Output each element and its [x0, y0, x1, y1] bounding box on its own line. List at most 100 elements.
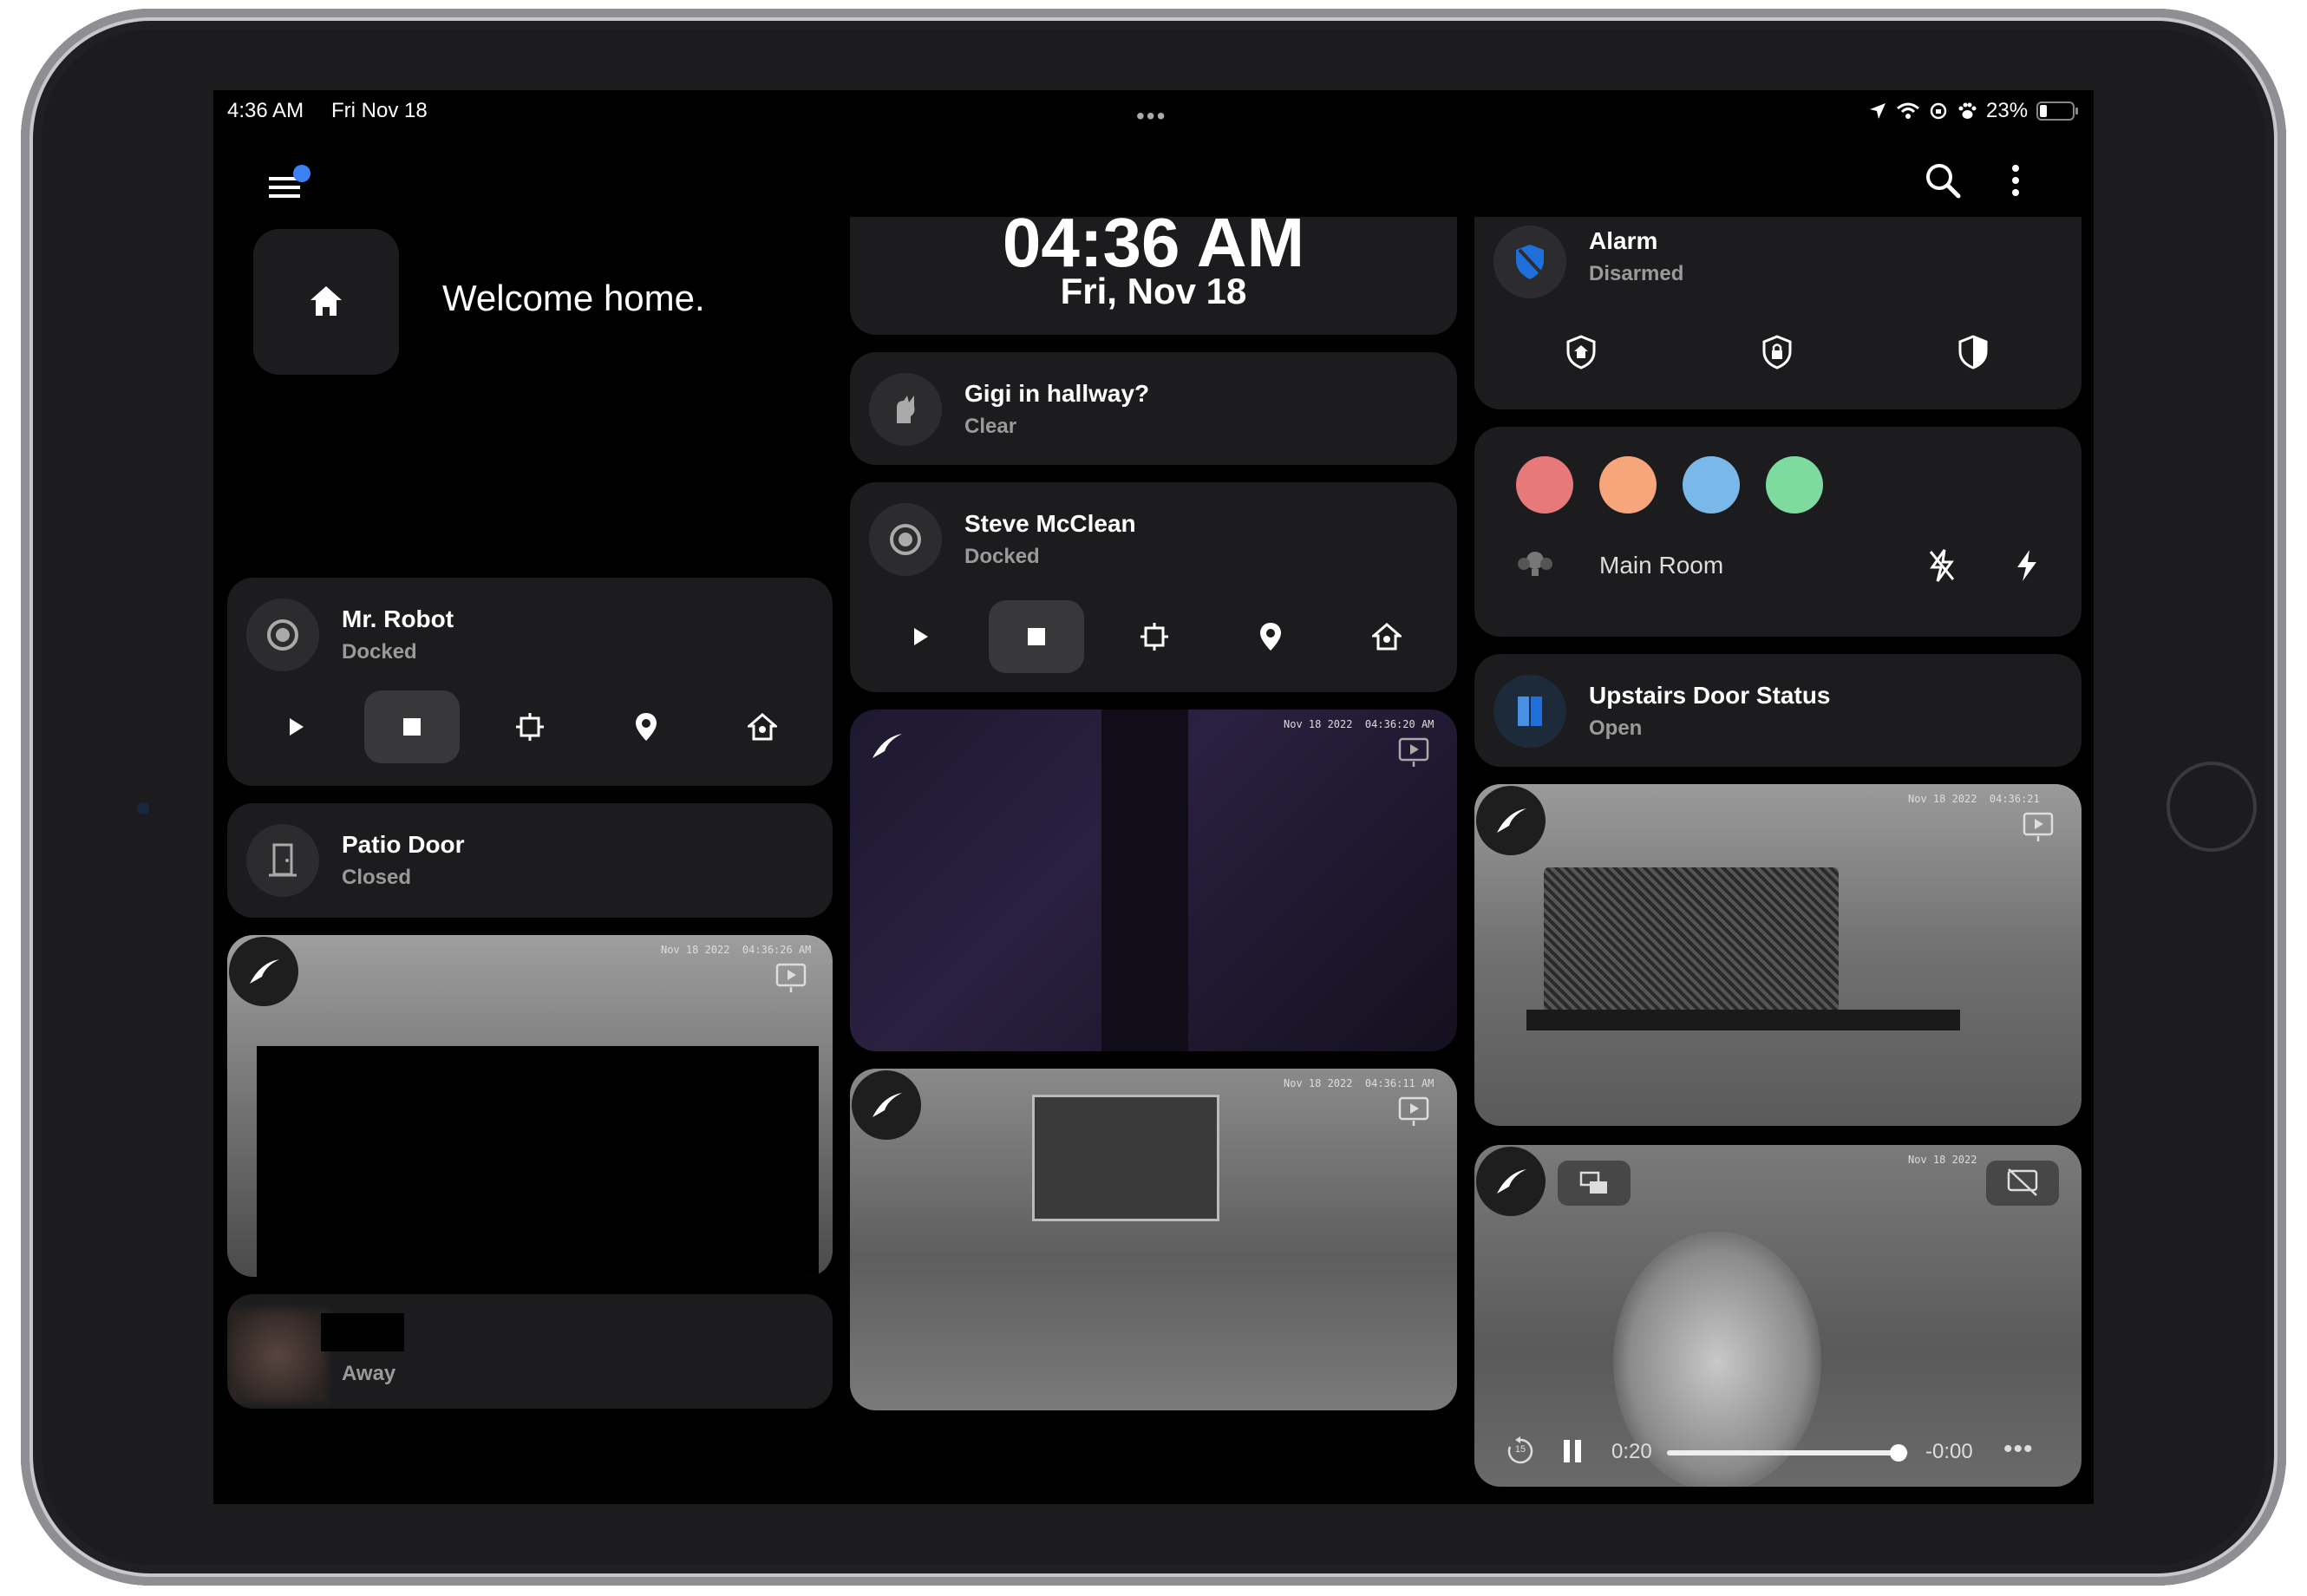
light-on-button[interactable]	[1979, 529, 2075, 602]
mr-robot-locate-button[interactable]	[598, 690, 694, 763]
camera-timestamp: Nov 18 2022 04:36:11 AM	[1284, 1077, 1435, 1089]
redacted-name	[321, 1313, 404, 1351]
robot-vacuum-icon	[869, 503, 942, 576]
eufy-logo-icon	[852, 711, 921, 781]
camera-office[interactable]: Nov 18 2022 04:36:21	[1474, 784, 2082, 1126]
person-card[interactable]: Away	[227, 1294, 833, 1409]
alarm-name: Alarm	[1589, 227, 1658, 254]
progress-fill	[1667, 1450, 1899, 1455]
mr-robot-state: Docked	[342, 640, 417, 664]
door-icon	[246, 824, 319, 897]
home-button[interactable]	[2166, 762, 2257, 852]
spot-clean-icon	[516, 713, 544, 741]
upstairs-door-name: Upstairs Door Status	[1589, 682, 1831, 709]
search-icon	[1926, 164, 1961, 199]
mr-robot-dock-button[interactable]	[715, 690, 810, 763]
remaining-time: -0:00	[1925, 1440, 1973, 1463]
player-more-icon[interactable]: •••	[2003, 1435, 2034, 1464]
redacted-overlay	[257, 1046, 819, 1277]
lights-card[interactable]: Main Room	[1474, 427, 2082, 637]
eufy-logo-icon	[229, 937, 298, 1006]
cat-sensor-name: Gigi in hallway?	[964, 380, 1150, 407]
steve-stop-button[interactable]	[989, 600, 1084, 673]
menu-button[interactable]	[269, 165, 312, 207]
pause-icon	[1564, 1440, 1581, 1462]
dashboard-screen: 4:36 AM Fri Nov 18 ••• 23% Welcome home.…	[213, 90, 2094, 1504]
stop-icon	[403, 718, 421, 736]
progress-knob[interactable]	[1889, 1444, 1907, 1462]
front-camera	[137, 802, 149, 814]
playback-icon[interactable]	[1396, 1095, 1431, 1129]
alarm-card[interactable]: Alarm Disarmed	[1474, 217, 2082, 409]
camera-purple-room[interactable]: Nov 18 2022 04:36:20 AM	[850, 710, 1457, 1051]
steve-mcclean-name: Steve McClean	[964, 510, 1136, 537]
steve-dock-button[interactable]	[1339, 600, 1435, 673]
playback-icon[interactable]	[1396, 736, 1431, 770]
shield-home-icon	[1566, 335, 1596, 370]
camera-living-room[interactable]: Nov 18 2022 04:36:26 AM	[227, 935, 833, 1277]
person-state: Away	[342, 1362, 396, 1385]
upstairs-door-card[interactable]: Upstairs Door Status Open	[1474, 654, 2082, 767]
mr-robot-play-button[interactable]	[248, 690, 343, 763]
light-color-red[interactable]	[1516, 456, 1573, 513]
camera-bedroom[interactable]: Nov 18 2022 04:36:11 AM	[850, 1069, 1457, 1410]
airplay-off-icon	[2007, 1168, 2038, 1196]
more-vert-icon	[2012, 165, 2019, 196]
light-bulbs-icon	[1518, 552, 1552, 576]
home-tile[interactable]	[253, 229, 399, 375]
arm-away-button[interactable]	[1729, 316, 1825, 389]
light-color-orange[interactable]	[1599, 456, 1657, 513]
more-options-button[interactable]	[2009, 161, 2023, 204]
light-off-button[interactable]	[1894, 529, 1990, 602]
mr-robot-spot-button[interactable]	[482, 690, 578, 763]
status-time: 4:36 AM	[227, 99, 304, 122]
steve-play-button[interactable]	[872, 600, 968, 673]
battery-percent: 23%	[1986, 99, 2029, 122]
skip-seconds: 15	[1514, 1444, 1526, 1455]
location-pin-icon	[1260, 623, 1281, 651]
steve-locate-button[interactable]	[1223, 600, 1318, 673]
patio-door-state: Closed	[342, 866, 412, 889]
upstairs-door-state: Open	[1589, 716, 1643, 740]
pip-button[interactable]	[1558, 1161, 1631, 1206]
multitask-dots-icon[interactable]: •••	[1136, 102, 1167, 130]
skip-back-button[interactable]: 15	[1506, 1436, 1535, 1466]
eufy-logo-icon	[1476, 786, 1546, 855]
light-color-green[interactable]	[1766, 456, 1823, 513]
cat-sensor-card[interactable]: Gigi in hallway? Clear	[850, 352, 1457, 465]
playback-icon[interactable]	[774, 961, 808, 996]
airplay-button[interactable]	[1986, 1161, 2059, 1206]
mr-robot-stop-button[interactable]	[364, 690, 460, 763]
cat-sensor-state: Clear	[964, 415, 1017, 438]
battery-icon	[2036, 101, 2079, 121]
camera-hallway-player[interactable]: Nov 18 2022 15 0:20 -0:00 •••	[1474, 1145, 2082, 1487]
desk-scene	[1526, 1010, 1960, 1030]
spot-clean-icon	[1140, 623, 1168, 651]
flash-off-icon	[1929, 549, 1955, 582]
home-dock-icon	[1372, 623, 1402, 651]
home-dock-icon	[748, 713, 777, 741]
clock-time: 04:36 AM	[1002, 217, 1305, 281]
window-scene	[1032, 1095, 1219, 1221]
cat-icon	[869, 373, 942, 446]
mr-robot-card[interactable]: Mr. Robot Docked	[227, 578, 833, 786]
mr-robot-name: Mr. Robot	[342, 605, 454, 632]
pause-button[interactable]	[1561, 1438, 1584, 1468]
shield-lock-icon	[1762, 335, 1792, 370]
patio-door-card[interactable]: Patio Door Closed	[227, 803, 833, 918]
person-avatar	[227, 1308, 328, 1403]
robot-vacuum-icon	[246, 598, 319, 671]
arm-night-button[interactable]	[1925, 316, 2021, 389]
steve-mcclean-state: Docked	[964, 545, 1040, 568]
clock-card: 04:36 AM Fri, Nov 18	[850, 217, 1457, 335]
steve-spot-button[interactable]	[1107, 600, 1202, 673]
steve-mcclean-card[interactable]: Steve McClean Docked	[850, 482, 1457, 692]
lights-room-name: Main Room	[1599, 552, 1724, 579]
elapsed-time: 0:20	[1611, 1440, 1652, 1463]
playback-icon[interactable]	[2021, 810, 2055, 845]
progress-track[interactable]	[1667, 1444, 1908, 1462]
arm-home-button[interactable]	[1533, 316, 1629, 389]
light-color-blue[interactable]	[1683, 456, 1740, 513]
search-button[interactable]	[1922, 160, 1965, 207]
camera-timestamp: Nov 18 2022 04:36:26 AM	[661, 944, 812, 956]
